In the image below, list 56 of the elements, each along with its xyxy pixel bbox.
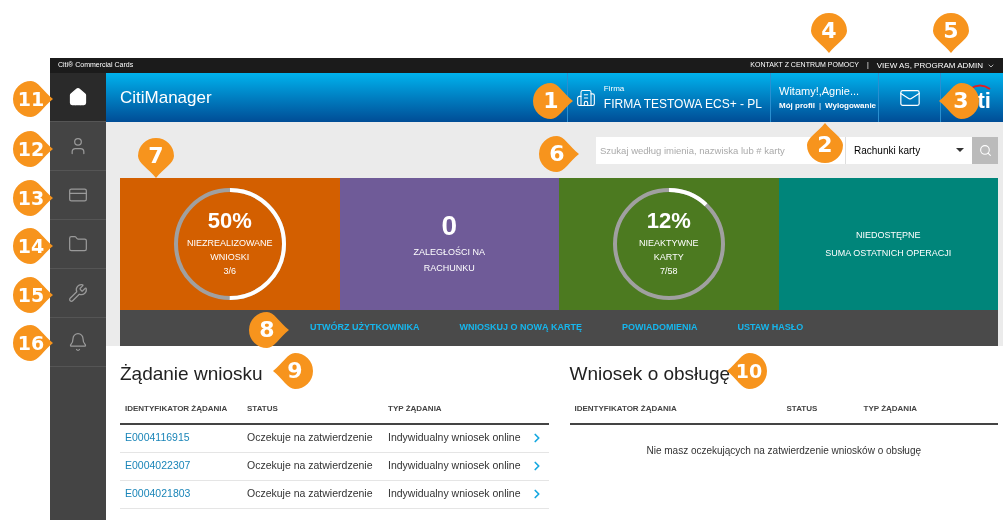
folder-icon [68,234,88,254]
wrench-icon [68,283,88,303]
empty-message: Nie masz oczekujących na zatwierdzenie wniosków o obsługę [645,443,923,458]
table-cell-text: Oczekuje na zatwierdzenie [247,486,374,502]
quick-link[interactable]: USTAW HASŁO [737,321,804,335]
scope-dropdown[interactable]: Rachunki karty [845,136,972,164]
table-cell-text: Indywidualny wniosek online [388,486,522,502]
summary-tile[interactable]: 0 ZALEGŁOŚCI NA RACHUNKU [339,178,559,310]
column-header: STATUS [786,402,819,415]
search-field[interactable]: Szukaj według imienia, nazwiska lub # karty [596,136,806,164]
tile-detail: SUMA OSTATNICH OPERACJI [825,247,952,260]
tile-detail: 7/58 [660,265,678,278]
column-header: TYP ŻĄDANIA [863,402,919,415]
request-id-link[interactable]: E0004116915 [125,430,247,446]
home-icon [68,87,88,107]
building-icon [575,87,596,108]
company-name: FIRMA TESTOWA ECS+ - PL [603,95,762,113]
column-header: STATUS [247,402,279,415]
request-id-link[interactable]: E0004022307 [125,458,247,474]
separator-text: | [819,99,822,112]
search-icon [978,143,992,157]
section-title: Żądanie wniosku [120,362,263,386]
table-cell-text: Indywidualny wniosek online [388,458,522,474]
tile-label: NIEAKTYWNE KARTY [638,237,700,264]
tile-label: NIEZREALIZOWANE WNIOSKI [185,237,274,264]
sidebar-item[interactable] [50,73,106,122]
summary-tile[interactable]: NIEDOSTĘPNE SUMA OSTATNICH OPERACJI [778,178,998,310]
tile-label: NIEDOSTĘPNE [856,229,921,242]
column-header: IDENTYFIKATOR ŻĄDANIA [574,402,678,415]
welcome-text: Witamy!,Agnie... [779,84,861,100]
logo: ti [977,89,991,112]
app-title: CitiManager [120,86,212,109]
company-label: Firma [603,82,626,95]
column-header: IDENTYFIKATOR ŻĄDANIA [125,402,229,415]
view-as-dropdown[interactable]: VIEW AS, PROGRAM ADMIN [876,59,995,72]
tile-value: 12% [646,210,691,232]
logo-arc-icon [969,83,991,90]
quick-link[interactable]: UTWÓRZ UŻYTKOWNIKA [310,321,420,335]
table-cell-text: Oczekuje na zatwierdzenie [247,458,374,474]
column-header: TYP ŻĄDANIA [388,402,443,415]
summary-tile[interactable]: 12% NIEAKTYWNE KARTY 7/58 [559,178,779,310]
bell-icon [68,332,88,352]
caret-icon [956,148,964,152]
request-id-link[interactable]: E0004021803 [125,486,247,502]
tile-value: 0 [441,212,458,240]
quick-link[interactable]: WNIOSKUJ O NOWĄ KARTĘ [459,321,582,335]
table-cell-text: Indywidualny wniosek online [388,430,522,446]
profile-link[interactable]: Mój profil [779,99,815,112]
quick-link[interactable]: POWIADOMIENIA [622,321,698,335]
table-cell-text: Oczekuje na zatwierdzenie [247,430,374,446]
tile-label: ZALEGŁOŚCI NA RACHUNKU [412,245,486,275]
tile-detail: 3/6 [223,265,236,278]
summary-tile[interactable]: 50% NIEZREALIZOWANE WNIOSKI 3/6 [120,178,340,310]
logout-link[interactable]: Wylogowanie [825,99,877,112]
tile-value: 50% [207,210,252,232]
search-button[interactable] [972,136,998,164]
